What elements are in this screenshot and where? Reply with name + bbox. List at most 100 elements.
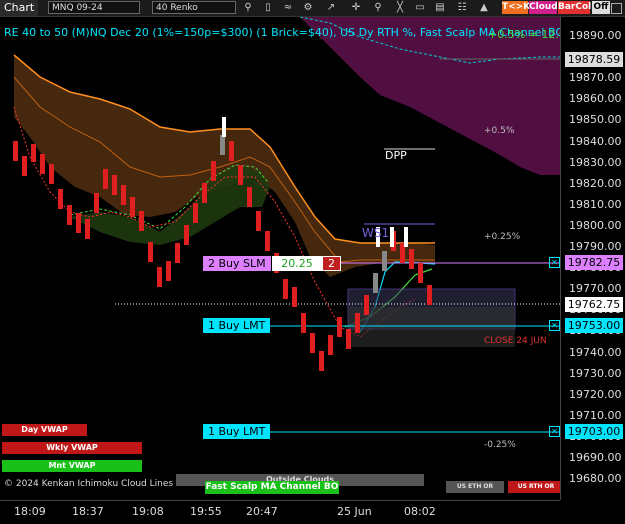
y-tick-label: 19870.00 <box>569 71 622 85</box>
template-icon[interactable]: ▭ <box>414 1 426 14</box>
cancel-buy-lmt-1-icon[interactable]: ✕ <box>549 320 560 331</box>
off-toggle-button[interactable]: Off <box>592 1 610 14</box>
zoom-icon[interactable]: ⚲ <box>372 1 384 14</box>
renko-brick <box>67 205 72 225</box>
buy-lmt-2-price-tag: 19703.00 <box>565 424 623 439</box>
checkbox-icon[interactable] <box>611 3 622 14</box>
y-tick-label: 19730.00 <box>569 366 622 380</box>
y-tick-label: 19720.00 <box>569 387 622 401</box>
candle-style-icon[interactable]: ▯ <box>262 1 274 14</box>
renko-brick <box>58 189 63 209</box>
renko-brick <box>76 213 81 233</box>
renko-brick <box>238 165 243 185</box>
renko-brick <box>301 313 306 333</box>
renko-brick <box>211 161 216 181</box>
barcol-toggle-button[interactable]: BarCol <box>558 1 591 14</box>
renko-brick <box>265 231 270 251</box>
renko-brick <box>229 141 234 161</box>
chart-menu[interactable]: Chart <box>0 0 39 16</box>
buy-slm-price-field[interactable]: 20.25 <box>272 256 322 271</box>
y-tick-label: 19710.00 <box>569 408 622 422</box>
crosshair-icon[interactable]: ✛ <box>350 1 362 14</box>
last-price-tag: 19762.75 <box>565 297 623 312</box>
signal-brick <box>404 227 408 247</box>
y-tick-label: 19790.00 <box>569 240 622 253</box>
level-plus-025: +0.25% <box>484 232 521 242</box>
y-tick-label: 19810.00 <box>569 197 622 211</box>
renko-brick <box>193 203 198 223</box>
tk-toggle-button[interactable]: T<>K <box>502 1 530 14</box>
draw-line-icon[interactable]: ╳ <box>394 1 406 14</box>
renko-brick <box>292 287 297 307</box>
mnt-vwap-button[interactable]: Mnt VWAP <box>2 460 142 472</box>
renko-brick <box>319 351 324 371</box>
us-eth-or-button[interactable]: US ETH OR <box>446 481 504 493</box>
x-tick-label: 19:55 <box>190 505 222 518</box>
cancel-buy-lmt-2-icon[interactable]: ✕ <box>549 426 560 437</box>
renko-brick <box>112 175 117 195</box>
renko-brick <box>427 285 432 305</box>
bar-type-selector[interactable]: 40 Renko <box>152 1 236 14</box>
renko-brick <box>364 295 369 315</box>
x-tick-label: 20:47 <box>246 505 278 518</box>
fast-scalp-button[interactable]: Fast Scalp MA Channel BO <box>205 481 339 494</box>
chart-trader-icon[interactable]: ☷ <box>456 1 468 14</box>
time-axis[interactable]: 18:09 18:37 19:08 19:55 20:47 25 Jun 08:02 <box>0 500 560 524</box>
y-tick-label: 19770.00 <box>569 282 622 296</box>
renko-brick <box>382 251 387 271</box>
instrument-selector[interactable]: MNQ 09-24 <box>48 1 140 14</box>
y-tick-label: 19830.00 <box>569 155 622 169</box>
buy-lmt-1-price-tag: 19753.00 <box>565 318 623 333</box>
renko-brick <box>22 156 27 176</box>
renko-brick <box>418 263 423 283</box>
renko-brick <box>148 242 153 262</box>
pointer-icon[interactable]: ↗ <box>325 1 337 14</box>
cloud-toggle-button[interactable]: Cloud <box>529 1 558 14</box>
y-tick-label: 19680.00 <box>569 472 622 486</box>
buy-lmt-order-label-1[interactable]: 1 Buy LMT <box>203 318 271 333</box>
us-rth-or-button[interactable]: US RTH OR <box>508 481 564 493</box>
y-tick-label: 19840.00 <box>569 134 622 148</box>
renko-brick <box>184 225 189 245</box>
renko-brick <box>49 164 54 184</box>
renko-brick <box>13 141 18 161</box>
buy-slm-price-tag: 19782.75 <box>565 255 623 270</box>
buy-lmt-order-label-2[interactable]: 1 Buy LMT <box>203 424 271 439</box>
x-tick-label: 18:09 <box>14 505 46 518</box>
pin-icon[interactable]: ▲ <box>478 1 490 14</box>
renko-brick <box>346 329 351 349</box>
buy-slm-quantity[interactable]: 2 <box>322 256 341 271</box>
renko-brick <box>121 185 126 205</box>
wkly-vwap-button[interactable]: Wkly VWAP <box>2 442 142 454</box>
level-plus-05: +0.5% <box>484 126 515 136</box>
x-tick-label: 25 Jun <box>337 505 372 518</box>
renko-brick <box>130 197 135 217</box>
signal-brick <box>390 227 394 247</box>
y-tick-label: 19690.00 <box>569 451 622 464</box>
x-tick-label: 08:02 <box>404 505 436 518</box>
buy-slm-order-label[interactable]: 2 Buy SLM <box>203 256 271 271</box>
indicators-icon[interactable]: ≈ <box>282 1 294 14</box>
properties-icon[interactable]: ▤ <box>434 1 446 14</box>
renko-brick <box>94 193 99 213</box>
cancel-buy-slm-icon[interactable]: ✕ <box>549 257 560 268</box>
renko-brick <box>166 261 171 281</box>
renko-brick <box>373 273 378 293</box>
renko-brick <box>355 313 360 333</box>
strategy-icon[interactable]: ⚙ <box>302 1 314 14</box>
ws1-label: WS1 <box>362 226 390 240</box>
renko-brick <box>85 219 90 239</box>
price-axis[interactable]: 19890.0019880.0019870.0019860.0019850.00… <box>560 17 625 500</box>
copyright-text: © 2024 Kenkan Ichimoku Cloud Lines <box>4 479 174 489</box>
chart-toolbar: Chart MNQ 09-24 40 Renko ⚲ ▯ ≈ ⚙ ↗ ✛ ⚲ ╳… <box>0 0 625 17</box>
renko-brick <box>40 154 45 174</box>
renko-brick <box>247 187 252 207</box>
renko-brick <box>256 211 261 231</box>
x-tick-label: 18:37 <box>72 505 104 518</box>
magnify-icon[interactable]: ⚲ <box>242 1 254 14</box>
renko-brick <box>175 243 180 263</box>
chart-title: RE 40 to 50 (M)NQ Dec 20 (1%=150p=$300) … <box>4 26 564 39</box>
day-vwap-button[interactable]: Day VWAP <box>2 424 87 436</box>
y-tick-label: 19800.00 <box>569 218 622 232</box>
renko-brick <box>310 333 315 353</box>
